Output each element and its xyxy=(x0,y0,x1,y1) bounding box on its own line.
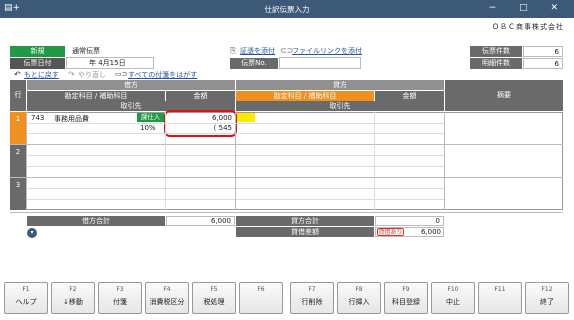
credit-account-cursor[interactable] xyxy=(237,113,255,122)
voucher-type[interactable]: 通常伝票 xyxy=(72,46,152,57)
fkey-label: 付箋 xyxy=(113,298,127,306)
fkey-key: F9 xyxy=(402,286,410,293)
remove-tags-link[interactable]: すべての付箋をはがす xyxy=(128,70,197,80)
fkey-key: F3 xyxy=(116,286,124,293)
date-field[interactable]: 年 4月15日 xyxy=(66,57,154,69)
f2-key[interactable]: F2 ↓移動 xyxy=(51,282,95,314)
fkey-label: 税処理 xyxy=(203,298,225,306)
tax-rate: 10% xyxy=(140,124,156,132)
f3-key[interactable]: F3 付箋 xyxy=(98,282,142,314)
voucher-no-label: 伝票No. xyxy=(230,58,278,69)
f8-key[interactable]: F8 行挿入 xyxy=(337,282,381,314)
fkey-label: 行挿入 xyxy=(348,298,370,306)
fkey-key: F6 xyxy=(257,286,265,293)
fkey-label: 終了 xyxy=(540,298,554,306)
debit-total-label: 借方合計 xyxy=(27,216,165,226)
fkey-key: F1 xyxy=(22,286,30,293)
tax-category-tag[interactable]: 課仕入 xyxy=(137,113,164,122)
debit-amount-header: 金額 xyxy=(166,91,235,101)
undo-icon: ↶ xyxy=(14,70,21,79)
f12-key[interactable]: F12 終了 xyxy=(525,282,569,314)
f6-key[interactable]: F6 xyxy=(239,282,283,314)
window-controls[interactable]: − □ ✕ xyxy=(489,3,568,13)
attach-file-link[interactable]: ファイルリンクを添付 xyxy=(292,46,362,56)
fkey-key: F12 xyxy=(541,286,553,293)
f9-key[interactable]: F9 科目登録 xyxy=(384,282,428,314)
row-divider xyxy=(10,144,563,145)
row-divider xyxy=(10,177,563,178)
detail-count-label: 明細件数 xyxy=(470,58,522,69)
company-name: ＯＢＣ商事株式会社 xyxy=(492,23,564,31)
fkey-key: F4 xyxy=(163,286,171,293)
summary-header: 摘要 xyxy=(445,80,563,111)
debit-account-header: 勘定科目 / 補助科目 xyxy=(27,91,165,101)
redo-icon: ↷ xyxy=(68,70,75,79)
fkey-label: 消費税区分 xyxy=(149,298,185,306)
row-header: 行 xyxy=(10,80,26,111)
credit-account-header: 勘定科目 / 補助科目 xyxy=(236,91,374,101)
diff-label: 貸借差額 xyxy=(236,227,374,237)
f1-key[interactable]: F1 ヘルプ xyxy=(4,282,48,314)
row-number[interactable]: 3 xyxy=(10,178,26,210)
col-divider xyxy=(374,112,375,210)
credit-total-label: 貸方合計 xyxy=(236,216,374,226)
tag-icon: ▭⊃ xyxy=(115,70,128,78)
voucher-count: 6 xyxy=(523,46,563,57)
voucher-no-field[interactable] xyxy=(279,57,361,69)
f10-key[interactable]: F10 中止 xyxy=(431,282,475,314)
attach-cert-link[interactable]: 証憑を添付 xyxy=(240,46,275,56)
credit-amount-header: 金額 xyxy=(375,91,444,101)
journal-grid xyxy=(10,112,563,210)
title-bar: ▤+ 仕訳伝票入力 − □ ✕ xyxy=(0,0,574,18)
f7-key[interactable]: F7 行削除 xyxy=(290,282,334,314)
row-number[interactable]: 2 xyxy=(10,145,26,177)
credit-total: 0 xyxy=(375,216,444,226)
voucher-count-label: 伝票件数 xyxy=(470,46,522,57)
credit-partner-header: 取引先 xyxy=(236,101,444,111)
undo-link[interactable]: もとに戻す xyxy=(24,70,59,80)
redo-link[interactable]: やり直し xyxy=(78,70,106,80)
fkey-label: ↓移動 xyxy=(63,298,83,306)
fkey-key: F11 xyxy=(494,286,506,293)
fkey-key: F5 xyxy=(210,286,218,293)
col-divider xyxy=(26,112,27,210)
debit-header: 借方 xyxy=(27,80,235,90)
row-number[interactable]: 1 xyxy=(10,112,26,144)
diff-value: 6,000 xyxy=(420,228,441,236)
col-divider xyxy=(235,112,236,210)
fkey-key: F8 xyxy=(355,286,363,293)
debit-total: 6,000 xyxy=(166,216,235,226)
fkey-label: 科目登録 xyxy=(392,298,420,306)
paperclip-icon: ⎘ xyxy=(230,46,237,55)
fkey-key: F2 xyxy=(69,286,77,293)
credit-header: 貸方 xyxy=(236,80,444,90)
col-divider xyxy=(444,112,445,210)
debit-account-code[interactable]: 743 xyxy=(31,114,44,122)
detail-count: 6 xyxy=(523,58,563,69)
expand-icon[interactable]: ▾ xyxy=(27,228,37,238)
diff-tag: 貸借あり xyxy=(377,228,404,236)
col-divider xyxy=(165,112,166,210)
fkey-label: ヘルプ xyxy=(15,298,37,306)
totals-divider xyxy=(10,212,563,213)
f11-key[interactable]: F11 xyxy=(478,282,522,314)
fkey-label: 中止 xyxy=(446,298,460,306)
mode-badge: 新規 xyxy=(10,46,65,57)
date-label: 伝票日付 xyxy=(10,58,65,69)
fkey-label: 行削除 xyxy=(301,298,323,306)
f5-key[interactable]: F5 税処理 xyxy=(192,282,236,314)
fkey-key: F7 xyxy=(308,286,316,293)
f4-key[interactable]: F4 消費税区分 xyxy=(145,282,189,314)
fkey-key: F10 xyxy=(447,286,459,293)
